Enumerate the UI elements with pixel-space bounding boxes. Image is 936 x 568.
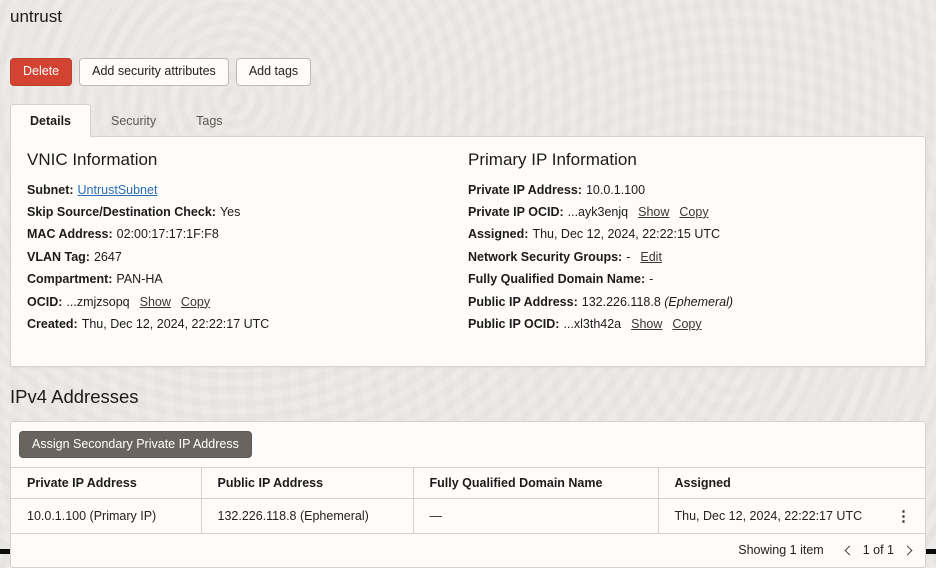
- table-header-row: Private IP Address Public IP Address Ful…: [11, 468, 925, 499]
- cell-public-ip: 132.226.118.8 (Ephemeral): [201, 499, 413, 534]
- field-ocid: OCID:...zmjzsopqShowCopy: [27, 291, 468, 313]
- subnet-link[interactable]: UntrustSubnet: [78, 183, 158, 197]
- pagination: 1 of 1: [846, 543, 911, 557]
- column-header-assigned: Assigned: [658, 468, 925, 499]
- field-compartment: Compartment:PAN-HA: [27, 268, 468, 290]
- field-skip-check: Skip Source/Destination Check:Yes: [27, 201, 468, 223]
- details-panel: VNIC Information Subnet:UntrustSubnet Sk…: [10, 136, 926, 367]
- cell-private-ip: 10.0.1.100 (Primary IP): [11, 499, 201, 534]
- field-nsg: Network Security Groups:-Edit: [468, 246, 909, 268]
- field-private-ip: Private IP Address:10.0.1.100: [468, 179, 909, 201]
- showing-items-text: Showing 1 item: [738, 543, 823, 557]
- private-ip-ocid-show-link[interactable]: Show: [638, 205, 669, 219]
- column-header-fqdn: Fully Qualified Domain Name: [413, 468, 658, 499]
- tab-tags[interactable]: Tags: [176, 104, 242, 136]
- ocid-show-link[interactable]: Show: [140, 295, 171, 309]
- tab-details[interactable]: Details: [10, 104, 91, 137]
- action-buttons: Delete Add security attributes Add tags: [10, 58, 926, 86]
- ocid-copy-link[interactable]: Copy: [181, 295, 210, 309]
- ipv4-toolbar: Assign Secondary Private IP Address: [11, 422, 925, 468]
- vnic-details-page: untrust Delete Add security attributes A…: [0, 0, 936, 554]
- table-row: 10.0.1.100 (Primary IP) 132.226.118.8 (E…: [11, 499, 925, 534]
- field-assigned: Assigned:Thu, Dec 12, 2024, 22:22:15 UTC: [468, 223, 909, 245]
- page-indicator: 1 of 1: [863, 543, 894, 557]
- field-fqdn: Fully Qualified Domain Name:-: [468, 268, 909, 290]
- field-created: Created:Thu, Dec 12, 2024, 22:22:17 UTC: [27, 313, 468, 335]
- table-footer: Showing 1 item 1 of 1: [11, 534, 925, 567]
- vnic-information-heading: VNIC Information: [27, 150, 468, 170]
- previous-page-icon[interactable]: [844, 545, 854, 555]
- column-header-public-ip: Public IP Address: [201, 468, 413, 499]
- ipv4-addresses-heading: IPv4 Addresses: [10, 386, 926, 408]
- tab-bar: Details Security Tags: [10, 104, 926, 136]
- delete-button[interactable]: Delete: [10, 58, 72, 86]
- field-subnet: Subnet:UntrustSubnet: [27, 179, 468, 201]
- next-page-icon[interactable]: [903, 545, 913, 555]
- assign-secondary-private-ip-button[interactable]: Assign Secondary Private IP Address: [19, 431, 252, 459]
- column-header-private-ip: Private IP Address: [11, 468, 201, 499]
- cell-assigned: Thu, Dec 12, 2024, 22:22:17 UTC ⋮: [658, 499, 925, 534]
- nsg-edit-link[interactable]: Edit: [640, 250, 662, 264]
- tab-security[interactable]: Security: [91, 104, 176, 136]
- page-title: untrust: [10, 0, 926, 27]
- ipv4-addresses-table: Private IP Address Public IP Address Ful…: [11, 467, 925, 534]
- public-ip-ocid-show-link[interactable]: Show: [631, 317, 662, 331]
- add-tags-button[interactable]: Add tags: [236, 58, 311, 86]
- field-public-ip-ocid: Public IP OCID:...xl3th42aShowCopy: [468, 313, 909, 335]
- primary-ip-information-section: Primary IP Information Private IP Addres…: [468, 150, 909, 353]
- primary-ip-heading: Primary IP Information: [468, 150, 909, 170]
- add-security-attributes-button[interactable]: Add security attributes: [79, 58, 229, 86]
- field-mac-address: MAC Address:02:00:17:17:1F:F8: [27, 223, 468, 245]
- row-actions-menu-icon[interactable]: ⋮: [890, 505, 917, 527]
- field-vlan-tag: VLAN Tag:2647: [27, 246, 468, 268]
- field-private-ip-ocid: Private IP OCID:...ayk3enjqShowCopy: [468, 201, 909, 223]
- field-public-ip: Public IP Address:132.226.118.8 (Ephemer…: [468, 291, 909, 313]
- private-ip-ocid-copy-link[interactable]: Copy: [679, 205, 708, 219]
- ipv4-addresses-panel: Assign Secondary Private IP Address Priv…: [10, 421, 926, 568]
- cell-fqdn: —: [413, 499, 658, 534]
- public-ip-ocid-copy-link[interactable]: Copy: [672, 317, 701, 331]
- vnic-information-section: VNIC Information Subnet:UntrustSubnet Sk…: [27, 150, 468, 353]
